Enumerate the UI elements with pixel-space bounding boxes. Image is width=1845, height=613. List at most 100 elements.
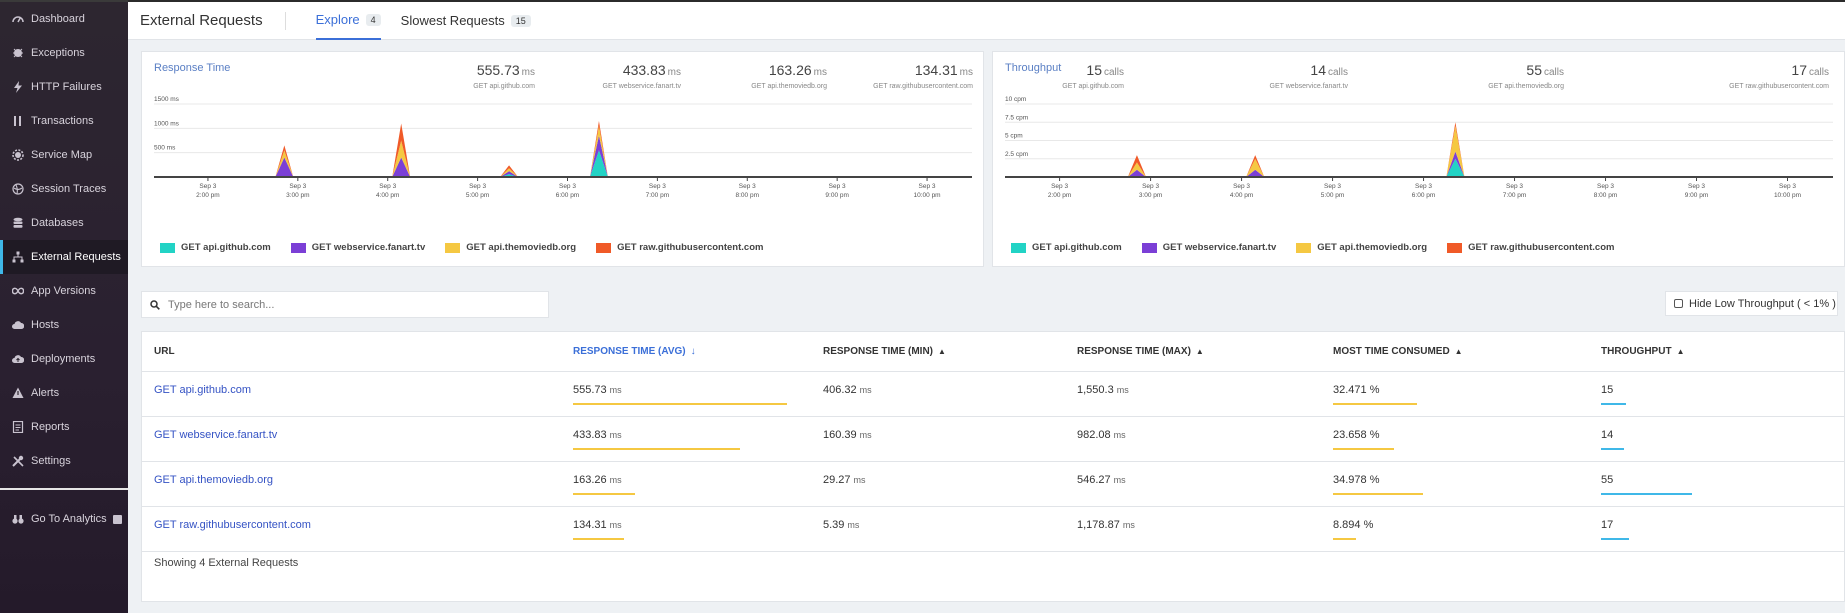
search-icon	[150, 299, 160, 310]
sidebar-item-label: Service Map	[31, 149, 93, 161]
x-tick-label: 7:00 pm	[646, 192, 670, 199]
sidebar-item-session-traces[interactable]: Session Traces	[0, 172, 128, 206]
throughput-cell: 55	[1601, 474, 1614, 486]
legend-item[interactable]: GET webservice.fanart.tv	[1141, 242, 1277, 253]
sidebar-item-alerts[interactable]: Alerts	[0, 376, 128, 410]
x-tick-label: 2:00 pm	[1048, 192, 1072, 199]
x-tick-label: Sep 3	[919, 183, 936, 190]
sidebar-item-label: Reports	[31, 421, 70, 433]
sidebar-item-http-failures[interactable]: HTTP Failures	[0, 70, 128, 104]
throughput-chart-panel: Throughput 15 calls GET api.github.com 14 ca…	[992, 51, 1845, 267]
area-chart: 2.5 cpm 5 cpm 7.5 cpm 10 cpm Sep 3 2:00 pm Sep…	[1005, 96, 1833, 199]
column-header-throughput[interactable]: THROUGHPUT ▲︎	[1601, 346, 1684, 357]
cloud-icon	[11, 318, 25, 332]
response-max-cell: 982.08 ms	[1077, 429, 1126, 441]
y-tick-label: 7.5 cpm	[1005, 114, 1028, 121]
sidebar-item-label: Hosts	[31, 319, 60, 331]
column-header-response-time-min[interactable]: RESPONSE TIME (MIN) ▲︎	[823, 346, 946, 357]
report-icon	[11, 420, 25, 434]
tab-explore[interactable]: Explore 4	[315, 2, 381, 40]
legend-swatch	[290, 242, 306, 253]
x-tick-label: Sep 3	[379, 183, 396, 190]
sidebar-item-transactions[interactable]: Transactions	[0, 104, 128, 138]
url-link[interactable]: GET raw.githubusercontent.com	[154, 519, 311, 531]
y-tick-label: 1500 ms	[154, 96, 180, 103]
warning-icon	[11, 386, 25, 400]
checkbox[interactable]	[1674, 299, 1683, 308]
y-tick-label: 1000 ms	[154, 120, 180, 127]
tab-slowest-requests[interactable]: Slowest Requests 15	[401, 2, 531, 40]
sidebar-item-label: Exceptions	[31, 47, 85, 59]
tab-label: Slowest Requests	[400, 13, 505, 28]
url-link[interactable]: GET webservice.fanart.tv	[154, 429, 277, 441]
requests-table: URL RESPONSE TIME (AVG) ↓ RESPONSE TIME (…	[141, 331, 1845, 602]
url-link[interactable]: GET api.github.com	[154, 384, 251, 396]
x-tick-label: Sep 3	[1324, 183, 1341, 190]
binoculars-icon	[11, 512, 25, 526]
response-avg-cell: 134.31 ms	[573, 519, 622, 531]
legend-item[interactable]: GET webservice.fanart.tv	[290, 242, 425, 253]
filter-label: Hide Low Throughput ( < 1% )	[1689, 297, 1836, 310]
x-tick-label: 5:00 pm	[1321, 192, 1345, 199]
x-tick-label: Sep 3	[1142, 183, 1159, 190]
table-row[interactable]: GET api.github.com 555.73 ms 406.32 ms 1,550.…	[142, 372, 1844, 417]
x-tick-label: Sep 3	[1688, 183, 1705, 190]
search-input[interactable]	[168, 298, 538, 311]
response-min-cell: 5.39 ms	[823, 519, 860, 531]
page-title: External Requests	[128, 11, 286, 30]
legend-item[interactable]: GET raw.githubusercontent.com	[596, 242, 763, 253]
sidebar-item-label: Transactions	[31, 115, 94, 127]
sidebar-item-databases[interactable]: Databases	[0, 206, 128, 240]
time-consumed-cell: 8.894 %	[1333, 519, 1374, 531]
sidebar-item-exceptions[interactable]: Exceptions	[0, 36, 128, 70]
column-header-url[interactable]: URL	[154, 346, 175, 357]
x-tick-label: Sep 3	[199, 183, 216, 190]
response-min-cell: 406.32 ms	[823, 384, 872, 396]
response-max-cell: 1,178.87 ms	[1077, 519, 1135, 531]
x-tick-label: 9:00 pm	[1685, 192, 1709, 199]
sidebar-item-label: Alerts	[31, 387, 60, 399]
legend-label: GET raw.githubusercontent.com	[1468, 242, 1615, 253]
x-tick-label: 4:00 pm	[1230, 192, 1254, 199]
table-row[interactable]: GET api.themoviedb.org 163.26 ms 29.27 ms 546…	[142, 462, 1844, 507]
sidebar-item-deployments[interactable]: Deployments	[0, 342, 128, 376]
sidebar-item-go-to-analytics[interactable]: Go To Analytics	[0, 502, 128, 536]
legend-label: GET api.github.com	[1032, 242, 1122, 253]
sidebar-item-external-requests[interactable]: External Requests	[0, 240, 128, 274]
y-tick-label: 5 cpm	[1005, 133, 1023, 140]
legend-item[interactable]: GET api.github.com	[160, 242, 271, 253]
sidebar-item-service-map[interactable]: Service Map	[0, 138, 128, 172]
sidebar-item-settings[interactable]: Settings	[0, 444, 128, 478]
chart-legend: GET api.github.com GET webservice.fanart.…	[160, 242, 783, 253]
column-header-response-time-avg[interactable]: RESPONSE TIME (AVG) ↓	[573, 346, 696, 357]
column-header-most-time-consumed[interactable]: MOST TIME CONSUMED ▲︎	[1333, 346, 1463, 357]
table-row[interactable]: GET webservice.fanart.tv 433.83 ms 160.39 ms…	[142, 417, 1844, 462]
response-avg-cell: 555.73 ms	[573, 384, 622, 396]
legend-label: GET api.themoviedb.org	[1317, 242, 1428, 253]
x-tick-label: 6:00 pm	[1412, 192, 1436, 199]
sort-icon: ▲︎	[1195, 347, 1204, 356]
legend-item[interactable]: GET raw.githubusercontent.com	[1447, 242, 1614, 253]
sidebar-item-label: Databases	[31, 217, 84, 229]
sidebar-divider	[0, 488, 128, 490]
sidebar-item-label: Settings	[31, 455, 71, 467]
sidebar-item-reports[interactable]: Reports	[0, 410, 128, 444]
sort-descending-icon: ↓	[690, 346, 696, 357]
hide-low-throughput-toggle[interactable]: Hide Low Throughput ( < 1% )	[1665, 291, 1838, 316]
throughput-bar	[1601, 403, 1626, 405]
column-header-response-time-max[interactable]: RESPONSE TIME (MAX) ▲︎	[1077, 346, 1204, 357]
sidebar-item-dashboard[interactable]: Dashboard	[0, 2, 128, 36]
response-avg-cell: 433.83 ms	[573, 429, 622, 441]
response-max-cell: 1,550.3 ms	[1077, 384, 1129, 396]
url-link[interactable]: GET api.themoviedb.org	[154, 474, 273, 486]
y-tick-label: 10 cpm	[1005, 96, 1026, 103]
legend-item[interactable]: GET api.themoviedb.org	[445, 242, 576, 253]
legend-item[interactable]: GET api.themoviedb.org	[1296, 242, 1427, 253]
table-row[interactable]: GET raw.githubusercontent.com 134.31 ms 5.3…	[142, 507, 1844, 552]
legend-swatch	[596, 242, 612, 253]
legend-label: GET webservice.fanart.tv	[1162, 242, 1277, 253]
x-tick-label: 4:00 pm	[376, 192, 400, 199]
sidebar-item-hosts[interactable]: Hosts	[0, 308, 128, 342]
legend-item[interactable]: GET api.github.com	[1011, 242, 1122, 253]
sidebar-item-app-versions[interactable]: App Versions	[0, 274, 128, 308]
